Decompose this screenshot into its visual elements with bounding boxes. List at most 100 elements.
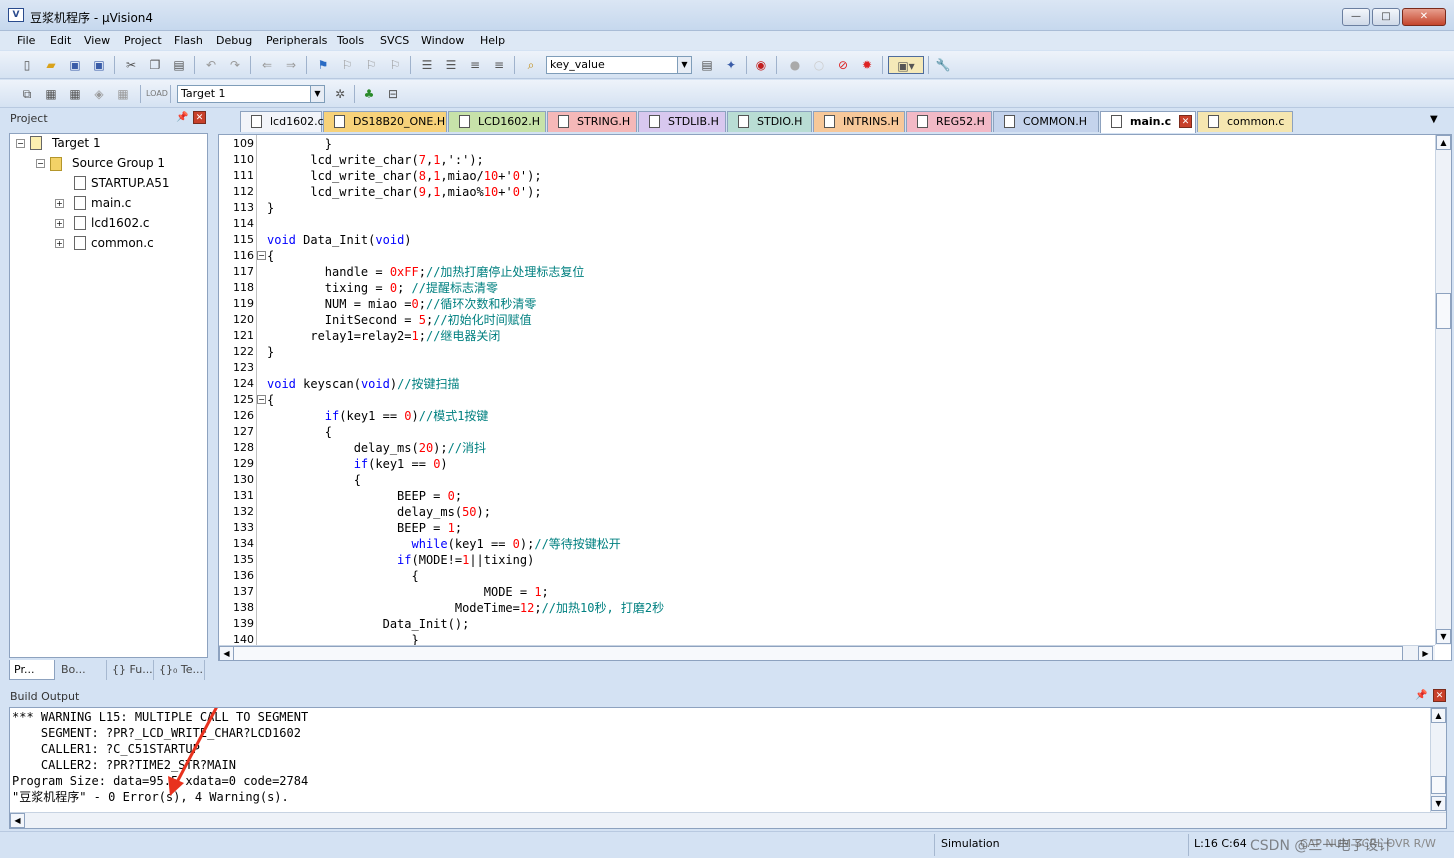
menu-window[interactable]: Window <box>421 34 464 47</box>
collapse-icon[interactable]: − <box>16 139 25 148</box>
find-combo[interactable]: key_value ▼ <box>546 56 692 74</box>
file-tab-lcd1602-c[interactable]: lcd1602.c <box>240 111 324 132</box>
translate-icon[interactable]: ⧉ <box>18 85 36 103</box>
tab-functions[interactable]: {} Fu... <box>108 660 154 680</box>
expand-icon[interactable]: + <box>55 239 64 248</box>
code-line[interactable]: 130 { <box>219 472 1419 488</box>
scroll-up-icon[interactable]: ▲ <box>1431 708 1446 723</box>
clear-bookmarks-icon[interactable]: ⚐ <box>386 56 404 74</box>
editor-hscroll-thumb[interactable] <box>233 646 1403 660</box>
tab-list-dropdown-icon[interactable]: ▼ <box>1430 114 1438 125</box>
code-line[interactable]: 129 if(key1 == 0) <box>219 456 1419 472</box>
code-line[interactable]: 135 if(MODE!=1||tixing) <box>219 552 1419 568</box>
code-line[interactable]: 121 relay1=relay2=1;//继电器关闭 <box>219 328 1419 344</box>
editor-scroll-thumb[interactable] <box>1436 293 1451 329</box>
cut-icon[interactable]: ✂ <box>122 56 140 74</box>
disable-all-breakpoints-icon[interactable]: ⊘ <box>834 56 852 74</box>
save-icon[interactable]: ▣ <box>66 56 84 74</box>
code-line[interactable]: 125−{ <box>219 392 1419 408</box>
code-line[interactable]: 134 while(key1 == 0);//等待按键松开 <box>219 536 1419 552</box>
menu-edit[interactable]: Edit <box>50 34 71 47</box>
scroll-right-icon[interactable]: ▶ <box>1418 646 1433 660</box>
paste-icon[interactable]: ▤ <box>170 56 188 74</box>
code-line[interactable]: 114 <box>219 216 1419 232</box>
unindent-icon[interactable]: ☰ <box>442 56 460 74</box>
code-line[interactable]: 138 ModeTime=12;//加热10秒, 打磨2秒 <box>219 600 1419 616</box>
rebuild-icon[interactable]: ▦ <box>66 85 84 103</box>
redo-icon[interactable]: ↷ <box>226 56 244 74</box>
code-line[interactable]: 131 BEEP = 0; <box>219 488 1419 504</box>
editor-horizontal-scrollbar[interactable]: ◀ ▶ <box>219 645 1435 660</box>
comment-icon[interactable]: ≡ <box>466 56 484 74</box>
maximize-button[interactable]: □ <box>1372 8 1400 26</box>
bookmark-icon[interactable]: ⚑ <box>314 56 332 74</box>
close-project-panel-icon[interactable]: ✕ <box>193 111 206 124</box>
code-line[interactable]: 124 void keyscan(void)//按键扫描 <box>219 376 1419 392</box>
target-options-icon[interactable]: ✲ <box>331 85 349 103</box>
expand-icon[interactable]: + <box>55 199 64 208</box>
code-line[interactable]: 117 handle = 0xFF;//加热打磨停止处理标志复位 <box>219 264 1419 280</box>
editor-vertical-scrollbar[interactable]: ▲ ▼ <box>1435 135 1451 645</box>
menu-file[interactable]: File <box>17 34 35 47</box>
pin-icon[interactable]: 📌 <box>176 112 188 123</box>
close-build-output-icon[interactable]: ✕ <box>1433 689 1446 702</box>
code-line[interactable]: 110 lcd_write_char(7,1,':'); <box>219 152 1419 168</box>
select-packet-icon[interactable]: ⊟ <box>384 85 402 103</box>
code-line[interactable]: 120 InitSecond = 5;//初始化时间赋值 <box>219 312 1419 328</box>
code-line[interactable]: 123 <box>219 360 1419 376</box>
file-tab-lcd1602-h[interactable]: LCD1602.H <box>448 111 546 132</box>
file-tab-stdio-h[interactable]: STDIO.H <box>727 111 812 132</box>
output-scroll-thumb[interactable] <box>1431 776 1446 794</box>
next-bookmark-icon[interactable]: ⚐ <box>362 56 380 74</box>
code-line[interactable]: 139 Data_Init(); <box>219 616 1419 632</box>
menu-project[interactable]: Project <box>124 34 162 47</box>
fold-toggle-icon[interactable]: − <box>257 251 266 260</box>
close-tab-icon[interactable]: ✕ <box>1179 115 1192 128</box>
kill-all-breakpoints-icon[interactable]: ✹ <box>858 56 876 74</box>
chevron-down-icon[interactable]: ▼ <box>677 57 691 73</box>
output-vertical-scrollbar[interactable]: ▲ ▼ <box>1430 708 1446 812</box>
configure-tools-icon[interactable]: 🔧 <box>934 56 952 74</box>
manage-components-icon[interactable]: ♣ <box>360 85 378 103</box>
fold-toggle-icon[interactable]: − <box>257 395 266 404</box>
tab-books[interactable]: Bo... <box>57 660 107 680</box>
prev-bookmark-icon[interactable]: ⚐ <box>338 56 356 74</box>
copy-icon[interactable]: ❐ <box>146 56 164 74</box>
file-tab-intrins-h[interactable]: INTRINS.H <box>813 111 905 132</box>
configure-windows-icon[interactable]: ▣▾ <box>888 56 924 74</box>
code-line[interactable]: 127 { <box>219 424 1419 440</box>
code-line[interactable]: 133 BEEP = 1; <box>219 520 1419 536</box>
chevron-down-icon[interactable]: ▼ <box>310 86 324 102</box>
navigate-forward-icon[interactable]: ⇒ <box>282 56 300 74</box>
code-line[interactable]: 137 MODE = 1; <box>219 584 1419 600</box>
menu-view[interactable]: View <box>84 34 110 47</box>
incremental-find-icon[interactable]: ✦ <box>722 56 740 74</box>
menu-debug[interactable]: Debug <box>216 34 252 47</box>
file-tab-common-h[interactable]: COMMON.H <box>993 111 1099 132</box>
menu-svcs[interactable]: SVCS <box>380 34 409 47</box>
file-tab-string-h[interactable]: STRING.H <box>547 111 637 132</box>
file-tab-common-c[interactable]: common.c <box>1197 111 1293 132</box>
code-editor[interactable]: 109 } 110 lcd_write_char(7,1,':'); 111 lcd… <box>218 134 1452 661</box>
code-line[interactable]: 122} <box>219 344 1419 360</box>
batch-build-icon[interactable]: ◈ <box>90 85 108 103</box>
debug-session-icon[interactable]: ◉ <box>752 56 770 74</box>
open-file-icon[interactable]: ▰ <box>42 56 60 74</box>
code-line[interactable]: 132 delay_ms(50); <box>219 504 1419 520</box>
uncomment-icon[interactable]: ≡ <box>490 56 508 74</box>
code-line[interactable]: 128 delay_ms(20);//消抖 <box>219 440 1419 456</box>
scroll-down-icon[interactable]: ▼ <box>1436 629 1451 644</box>
tab-project[interactable]: Pr... <box>9 660 55 680</box>
breakpoint-icon[interactable]: ● <box>786 56 804 74</box>
menu-peripherals[interactable]: Peripherals <box>266 34 327 47</box>
pin-icon[interactable]: 📌 <box>1415 690 1427 701</box>
disable-breakpoint-icon[interactable]: ○ <box>810 56 828 74</box>
code-line[interactable]: 119 NUM = miao =0;//循环次数和秒清零 <box>219 296 1419 312</box>
code-line[interactable]: 126 if(key1 == 0)//模式1按键 <box>219 408 1419 424</box>
code-line[interactable]: 109 } <box>219 136 1419 152</box>
close-window-button[interactable]: ✕ <box>1402 8 1446 26</box>
find-icon[interactable]: ▤ <box>698 56 716 74</box>
menu-flash[interactable]: Flash <box>174 34 203 47</box>
stop-build-icon[interactable]: ▦ <box>114 85 132 103</box>
undo-icon[interactable]: ↶ <box>202 56 220 74</box>
